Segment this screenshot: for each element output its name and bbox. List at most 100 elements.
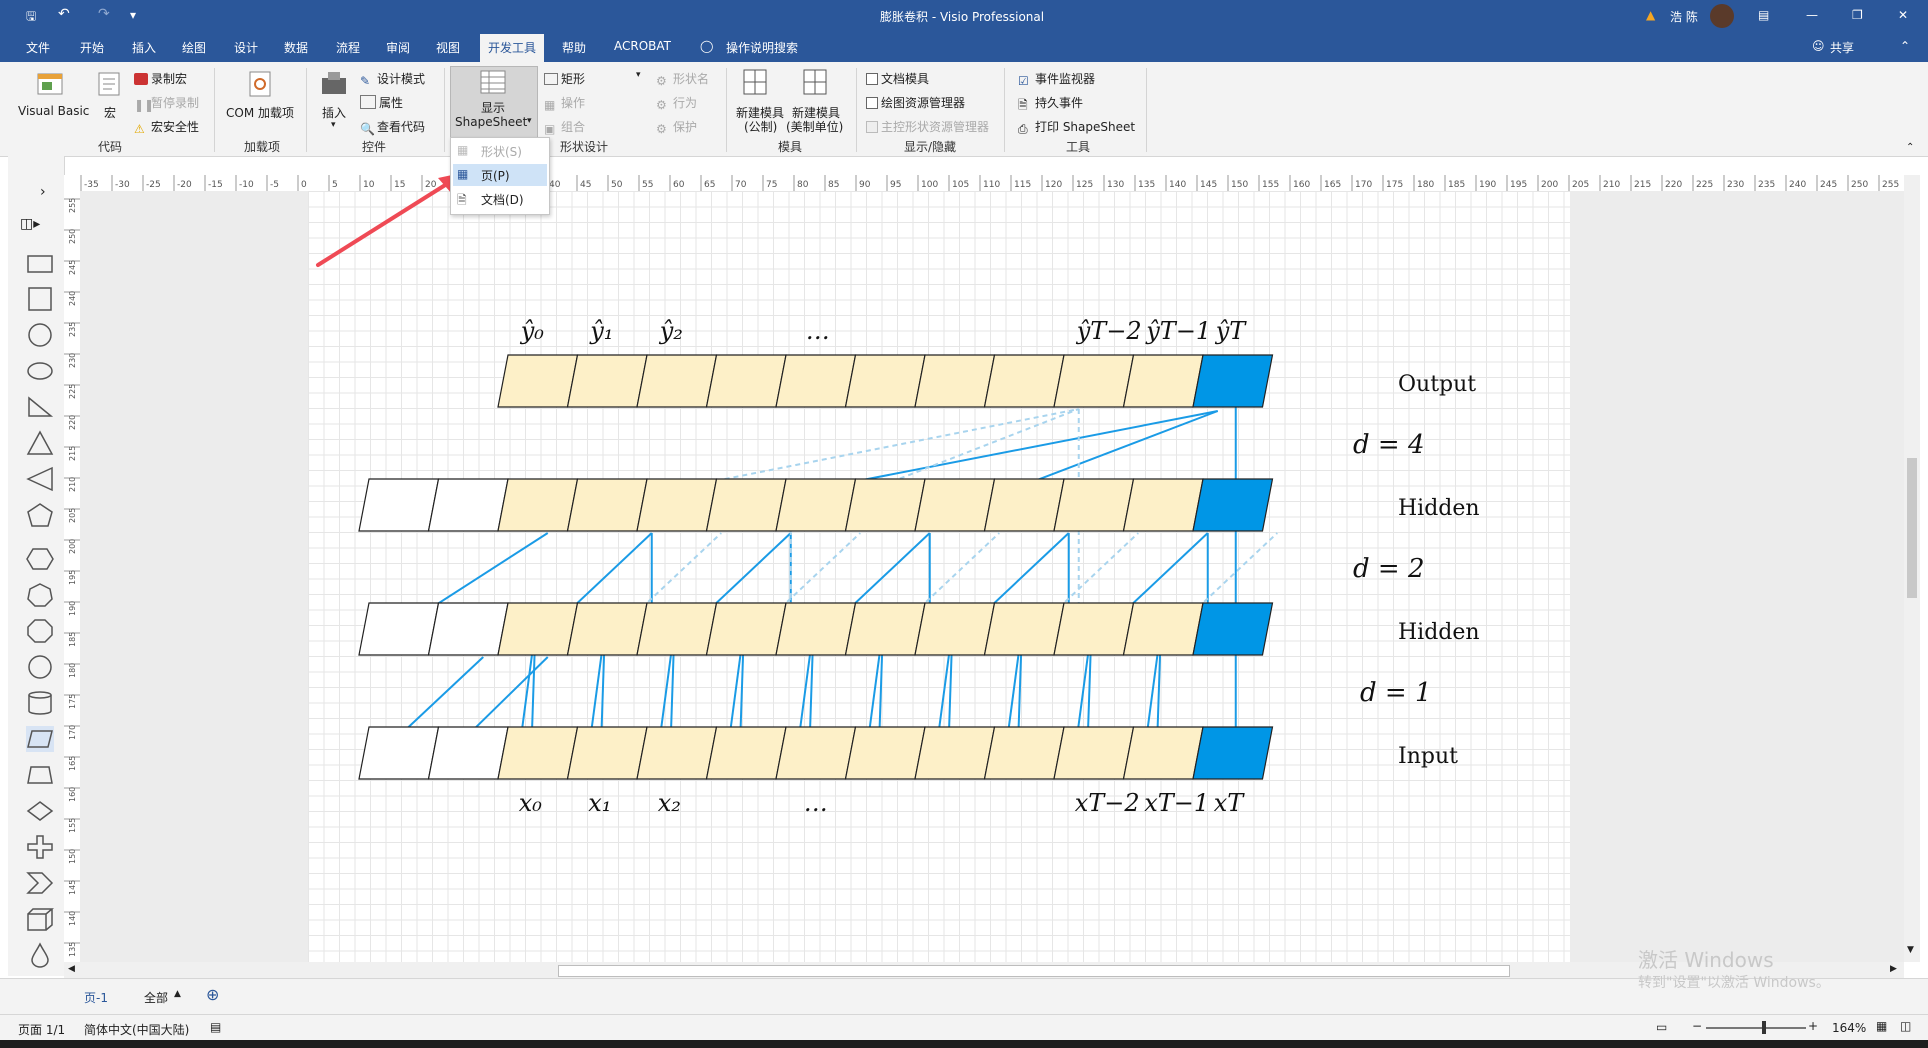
tell-me-search[interactable]: 操作说明搜索 xyxy=(726,39,798,56)
tab-developer[interactable]: 开发工具 xyxy=(480,34,545,62)
square-shape-icon[interactable] xyxy=(26,286,54,312)
ribbon-display-icon[interactable]: ▤ xyxy=(1758,8,1769,22)
horizontal-scrollbar[interactable]: ◀ ▶ xyxy=(64,962,1904,978)
restore-icon[interactable]: ❐ xyxy=(1852,8,1863,22)
language-status[interactable]: 简体中文(中国大陆) xyxy=(84,1021,189,1038)
macro-security-button[interactable]: ⚠ 宏安全性 xyxy=(134,118,199,136)
macro-record-status-icon[interactable]: ▤ xyxy=(210,1020,221,1034)
avatar[interactable] xyxy=(1710,4,1734,28)
pentagon-shape-icon[interactable] xyxy=(26,502,54,528)
collapse-ribbon-icon[interactable]: ⌃ xyxy=(1906,142,1914,153)
octagon-shape-icon[interactable] xyxy=(26,618,54,644)
persistent-events-button[interactable]: 🗎 持久事件 xyxy=(1018,94,1083,112)
user-name[interactable]: 浩 陈 xyxy=(1670,8,1698,25)
zoom-slider-thumb[interactable] xyxy=(1762,1021,1766,1034)
insert-dropdown-icon[interactable]: ▾ xyxy=(331,120,336,130)
macros-button[interactable]: 宏 xyxy=(104,104,116,121)
rectangle-shape-icon[interactable] xyxy=(26,251,54,277)
heptagon-shape-icon[interactable] xyxy=(26,582,54,608)
dilated-convolution-diagram[interactable]: Output Hidden Hidden Input d = 4 d = 2 d = 1 ŷ₀… xyxy=(308,191,1570,962)
protection-button[interactable]: ⚙ 保护 xyxy=(656,118,697,136)
insert-control-button[interactable]: 插入 xyxy=(322,104,346,121)
pause-recording-button[interactable]: ❚❚暂停录制 xyxy=(134,94,199,112)
record-macro-button[interactable]: 录制宏 xyxy=(134,70,187,87)
trapezoid-shape-icon[interactable] xyxy=(26,762,54,788)
diamond-shape-icon[interactable] xyxy=(26,798,54,824)
tab-acrobat[interactable]: ACROBAT xyxy=(614,39,671,53)
tab-draw[interactable]: 绘图 xyxy=(182,39,206,56)
fit-page-icon[interactable]: ▦ xyxy=(1876,1019,1887,1033)
left-triangle-shape-icon[interactable] xyxy=(26,466,54,492)
tab-review[interactable]: 审阅 xyxy=(386,39,410,56)
customize-qat-icon[interactable]: ▾ xyxy=(130,8,136,22)
design-mode-button[interactable]: ✎ 设计模式 xyxy=(360,70,425,88)
expand-panel-icon[interactable]: › xyxy=(40,184,46,200)
menu-item-page[interactable]: 页(P) xyxy=(481,167,510,184)
circle-shape-icon[interactable] xyxy=(26,322,54,348)
properties-button[interactable]: 属性 xyxy=(360,94,403,111)
can-shape-icon[interactable] xyxy=(26,690,54,716)
shapes-menu-icon[interactable]: ◫▸ xyxy=(20,216,40,232)
master-explorer-checkbox[interactable]: 主控形状资源管理器 xyxy=(866,118,989,135)
presentation-mode-icon[interactable]: ▭ xyxy=(1656,1020,1667,1034)
right-triangle-shape-icon[interactable] xyxy=(26,394,54,420)
drop-shape-icon[interactable] xyxy=(26,942,54,968)
hexagon-shape-icon[interactable] xyxy=(26,546,54,572)
zoom-slider-track[interactable] xyxy=(1706,1027,1806,1029)
switch-windows-icon[interactable]: ◫ xyxy=(1900,1019,1911,1033)
vertical-scrollbar[interactable]: ▼ xyxy=(1904,175,1920,962)
scroll-right-icon[interactable]: ▶ xyxy=(1890,964,1897,974)
operations-button[interactable]: ▦ 操作 xyxy=(544,94,585,112)
decagon-shape-icon[interactable] xyxy=(26,654,54,680)
group-button[interactable]: ▣ 组合 xyxy=(544,118,585,136)
tab-file[interactable]: 文件 xyxy=(26,39,50,56)
show-shapesheet-button[interactable]: 显示 ShapeSheet ▾ xyxy=(450,66,538,140)
horizontal-scroll-thumb[interactable] xyxy=(558,965,1510,977)
shape-name-button[interactable]: ⚙ 形状名 xyxy=(656,70,709,88)
zoom-out-icon[interactable]: − xyxy=(1692,1019,1702,1033)
event-monitor-button[interactable]: ☑ 事件监视器 xyxy=(1018,70,1095,88)
close-icon[interactable]: ✕ xyxy=(1898,8,1908,22)
zoom-in-icon[interactable]: + xyxy=(1808,1019,1818,1033)
undo-icon[interactable]: ↶ xyxy=(58,6,70,22)
vertical-scroll-thumb[interactable] xyxy=(1907,458,1917,598)
tab-help[interactable]: 帮助 xyxy=(562,39,586,56)
com-addins-button[interactable]: COM 加载项 xyxy=(226,104,294,121)
tab-insert[interactable]: 插入 xyxy=(132,39,156,56)
save-icon[interactable]: 🖫 xyxy=(26,7,36,28)
more-icon[interactable]: ⌃ xyxy=(1900,39,1910,53)
redo-icon[interactable]: ↷ xyxy=(98,6,110,22)
drawing-canvas[interactable]: Output Hidden Hidden Input d = 4 d = 2 d = 1 ŷ₀… xyxy=(80,191,1904,962)
add-page-icon[interactable]: ⊕ xyxy=(206,985,219,1004)
chevron-shape-icon[interactable] xyxy=(26,870,54,896)
zoom-level[interactable]: 164% xyxy=(1832,1021,1866,1035)
tab-view[interactable]: 视图 xyxy=(436,39,460,56)
tab-process[interactable]: 流程 xyxy=(336,39,360,56)
triangle-shape-icon[interactable] xyxy=(26,430,54,456)
ellipse-shape-icon[interactable] xyxy=(26,358,54,384)
menu-item-shape[interactable]: 形状(S) xyxy=(481,143,522,160)
cross-shape-icon[interactable] xyxy=(26,834,54,860)
warning-icon[interactable]: ▲ xyxy=(1646,8,1655,22)
menu-item-document[interactable]: 文档(D) xyxy=(481,191,524,208)
page-tab-1[interactable]: 页-1 xyxy=(84,989,108,1006)
scroll-left-icon[interactable]: ◀ xyxy=(68,964,75,974)
drawing-explorer-checkbox[interactable]: 绘图资源管理器 xyxy=(866,94,965,111)
tab-home[interactable]: 开始 xyxy=(80,39,104,56)
all-pages-button[interactable]: 全部 xyxy=(144,989,168,1006)
page-number-status[interactable]: 页面 1/1 xyxy=(18,1021,65,1038)
tab-data[interactable]: 数据 xyxy=(284,39,308,56)
view-code-button[interactable]: 🔍 查看代码 xyxy=(360,118,425,136)
scroll-down-icon[interactable]: ▼ xyxy=(1907,945,1914,955)
visual-basic-button[interactable]: Visual Basic xyxy=(18,104,89,118)
share-button[interactable]: 共享 xyxy=(1830,39,1854,56)
parallelogram-shape-icon[interactable] xyxy=(26,726,54,752)
print-shapesheet-button[interactable]: ⎙ 打印 ShapeSheet xyxy=(1018,118,1135,136)
document-stencil-checkbox[interactable]: 文档模具 xyxy=(866,70,929,87)
minimize-icon[interactable]: — xyxy=(1806,8,1818,22)
tab-design[interactable]: 设计 xyxy=(234,39,258,56)
behavior-button[interactable]: ⚙ 行为 xyxy=(656,94,697,112)
rectangle-button[interactable]: 矩形 xyxy=(544,70,585,87)
drawing-page[interactable]: Output Hidden Hidden Input d = 4 d = 2 d = 1 ŷ₀… xyxy=(308,191,1570,962)
rectangle-dropdown-icon[interactable]: ▾ xyxy=(636,70,641,80)
